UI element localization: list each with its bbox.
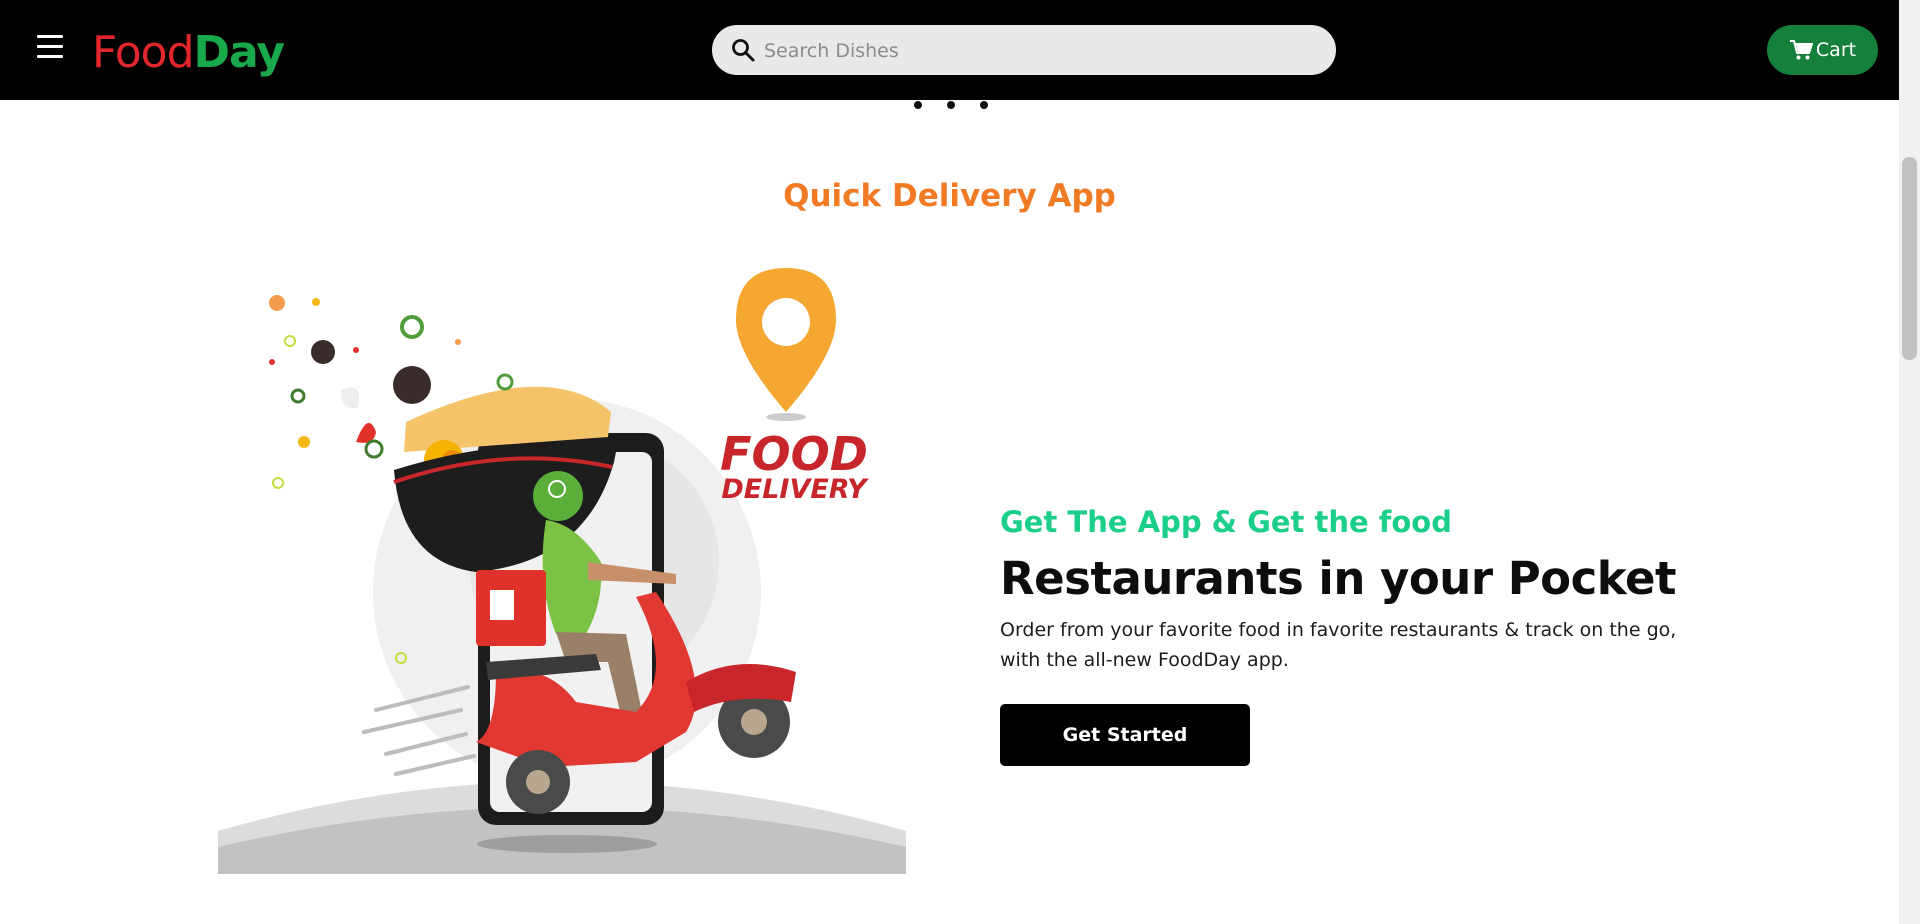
illustration-logo-food: FOOD [720,427,868,481]
carousel-dot[interactable] [947,101,955,109]
carousel-dot[interactable] [914,101,922,109]
carousel-indicators [914,101,988,109]
logo-part-food: Food [92,27,195,78]
search-input[interactable] [762,25,1326,77]
cart-button[interactable]: Cart [1767,25,1878,75]
app-tagline: Get The App & Get the food [1000,505,1452,539]
location-pin-hole [762,298,810,346]
hamburger-menu-icon[interactable] [37,35,64,61]
scooter-shadow [477,835,657,853]
cart-icon [1789,40,1813,60]
food-delivery-illustration: FOOD DELIVERY [218,268,906,874]
logo-part-day: Day [193,27,286,78]
section-title: Quick Delivery App [783,178,1116,214]
illustration-logo-delivery: DELIVERY [721,474,869,505]
scrollbar-thumb[interactable] [1902,157,1917,360]
cart-label: Cart [1815,39,1857,61]
delivery-bag-icon [490,590,514,620]
search-icon[interactable] [731,38,755,62]
scrollbar[interactable] [1899,0,1920,924]
search-bar [712,25,1336,77]
navbar: FoodDay Cart [0,0,1899,100]
app-description: Order from your favorite food in favorit… [1000,619,1677,671]
logo[interactable]: FoodDay [92,26,286,80]
app-headline: Restaurants in your Pocket [1000,552,1677,605]
pin-shadow [766,413,806,421]
get-started-button[interactable]: Get Started [1000,704,1250,766]
carousel-dot[interactable] [980,101,988,109]
